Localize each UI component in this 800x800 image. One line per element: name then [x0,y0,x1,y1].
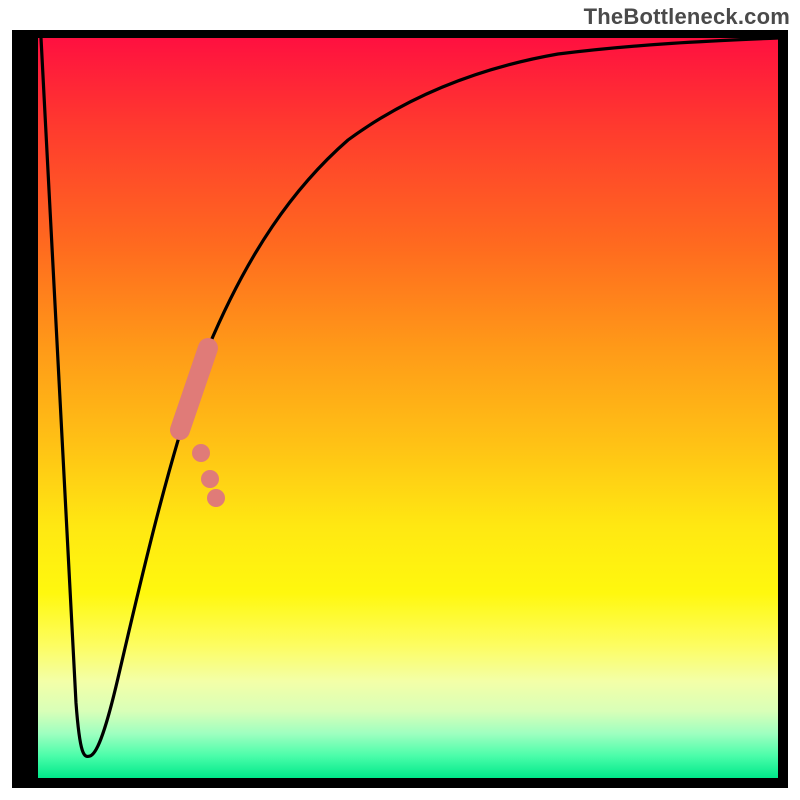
highlight-dot-2 [201,470,219,488]
highlight-dot-1 [207,489,225,507]
chart-svg [38,38,778,778]
chart-frame [12,30,788,788]
highlight-dot-3 [192,444,210,462]
chart-container: TheBottleneck.com [0,0,800,800]
watermark-text: TheBottleneck.com [584,4,790,30]
plot-area [38,38,778,778]
highlight-segment [180,348,208,430]
bottleneck-curve [41,38,778,756]
